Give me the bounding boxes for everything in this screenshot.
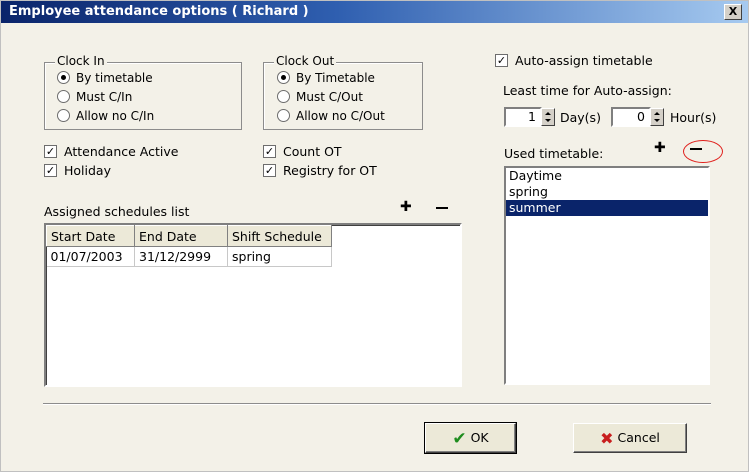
used-timetable-label: Used timetable: — [504, 146, 604, 161]
radio-allow-no-c-out[interactable]: Allow no C/Out — [277, 107, 385, 125]
checkbox-label: Auto-assign timetable — [515, 53, 653, 68]
radio-label: Allow no C/In — [76, 109, 155, 123]
add-icon: ✚ — [400, 199, 412, 215]
column-header-end-date[interactable]: End Date — [134, 225, 228, 247]
checkbox-label: Attendance Active — [64, 144, 179, 159]
registry-for-ot-checkbox[interactable]: ✓ Registry for OT — [263, 162, 377, 180]
attendance-active-checkbox[interactable]: ✓ Attendance Active — [44, 143, 178, 161]
spin-up-icon[interactable] — [545, 112, 551, 115]
days-value: 1 — [528, 109, 536, 124]
checkmark-icon: ✓ — [263, 145, 276, 158]
cell-shift-schedule: spring — [227, 246, 332, 267]
radio-indicator — [57, 90, 70, 103]
radio-indicator — [277, 71, 290, 84]
radio-indicator — [277, 90, 290, 103]
radio-clock-out-by-timetable[interactable]: By Timetable — [277, 69, 375, 87]
ok-button[interactable]: ✔ OK — [424, 422, 517, 454]
close-button[interactable]: X — [724, 4, 742, 20]
radio-label: Allow no C/Out — [296, 109, 385, 123]
checkmark-icon: ✓ — [263, 164, 276, 177]
used-timetable-list[interactable]: Daytime spring summer — [504, 166, 710, 385]
radio-label: By timetable — [76, 71, 153, 85]
ok-label: OK — [470, 430, 489, 445]
radio-label: Must C/Out — [296, 90, 363, 104]
radio-indicator — [277, 109, 290, 122]
days-spinner-input[interactable]: 1 — [504, 107, 542, 127]
count-ot-checkbox[interactable]: ✓ Count OT — [263, 143, 342, 161]
column-header-start-date[interactable]: Start Date — [46, 225, 135, 247]
add-icon: ✚ — [654, 140, 666, 156]
checkmark-icon: ✔ — [452, 428, 467, 449]
radio-label: Must C/In — [76, 90, 133, 104]
hours-spinner-input[interactable]: 0 — [611, 107, 651, 127]
hours-spin-buttons[interactable] — [650, 108, 664, 126]
checkmark-icon: ✓ — [495, 54, 508, 67]
hours-unit-label: Hour(s) — [670, 110, 717, 125]
checkbox-label: Holiday — [64, 163, 111, 178]
radio-indicator — [57, 109, 70, 122]
spin-down-icon[interactable] — [545, 119, 551, 122]
title-bar: Employee attendance options ( Richard ) … — [1, 1, 748, 23]
list-item-selected[interactable]: summer — [506, 200, 708, 216]
checkmark-icon: ✓ — [44, 164, 57, 177]
cell-start-date: 01/07/2003 — [46, 246, 135, 267]
window-title: Employee attendance options ( Richard ) — [9, 4, 309, 19]
remove-schedule-button[interactable] — [436, 207, 448, 209]
checkmark-icon: ✓ — [44, 145, 57, 158]
hours-value: 0 — [637, 109, 645, 124]
spin-down-icon[interactable] — [654, 119, 660, 122]
separator — [43, 403, 711, 405]
checkbox-label: Count OT — [283, 144, 342, 159]
cancel-button[interactable]: ✖ Cancel — [573, 423, 687, 453]
list-item[interactable]: Daytime — [506, 168, 708, 184]
list-item[interactable]: spring — [506, 184, 708, 200]
auto-assign-checkbox[interactable]: ✓ Auto-assign timetable — [495, 52, 653, 70]
cell-end-date: 31/12/2999 — [134, 246, 228, 267]
table-row[interactable]: 01/07/2003 31/12/2999 spring — [46, 246, 332, 267]
assigned-schedules-label: Assigned schedules list — [44, 204, 190, 219]
least-time-label: Least time for Auto-assign: — [503, 83, 672, 98]
annotation-circle — [683, 140, 723, 163]
close-icon: X — [728, 5, 738, 18]
days-unit-label: Day(s) — [560, 110, 601, 125]
x-icon: ✖ — [600, 428, 614, 448]
table-header-row: Start Date End Date Shift Schedule — [46, 225, 332, 247]
radio-must-c-out[interactable]: Must C/Out — [277, 88, 363, 106]
spin-up-icon[interactable] — [654, 112, 660, 115]
attendance-options-dialog: Employee attendance options ( Richard ) … — [0, 0, 749, 472]
clock-out-title: Clock Out — [274, 54, 337, 68]
schedules-table[interactable]: Start Date End Date Shift Schedule 01/07… — [44, 223, 462, 387]
radio-label: By Timetable — [296, 71, 375, 85]
cancel-label: Cancel — [617, 430, 660, 445]
days-spin-buttons[interactable] — [541, 108, 555, 126]
clock-in-title: Clock In — [55, 54, 107, 68]
radio-allow-no-c-in[interactable]: Allow no C/In — [57, 107, 154, 125]
radio-must-c-in[interactable]: Must C/In — [57, 88, 132, 106]
add-schedule-button[interactable]: ✚ — [400, 200, 412, 214]
radio-clock-in-by-timetable[interactable]: By timetable — [57, 69, 153, 87]
radio-indicator — [57, 71, 70, 84]
column-header-shift-schedule[interactable]: Shift Schedule — [227, 225, 332, 247]
add-timetable-button[interactable]: ✚ — [654, 141, 666, 155]
checkbox-label: Registry for OT — [283, 163, 377, 178]
holiday-checkbox[interactable]: ✓ Holiday — [44, 162, 111, 180]
